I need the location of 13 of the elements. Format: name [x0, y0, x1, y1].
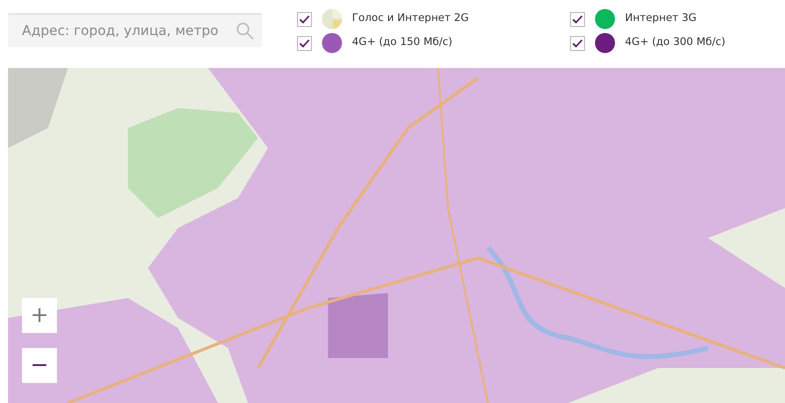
- legend-label: 4G+ (до 300 Мб/с): [625, 35, 726, 50]
- dense-coverage-area: [328, 293, 388, 358]
- mosaic-icon: [322, 9, 342, 29]
- checkbox[interactable]: [297, 36, 312, 50]
- checkbox[interactable]: [297, 12, 312, 26]
- checkbox[interactable]: [570, 12, 585, 26]
- checkbox[interactable]: [570, 36, 585, 50]
- legend-label: Интернет 3G: [625, 11, 697, 26]
- search-field[interactable]: Адрес: город, улица, метро: [8, 13, 262, 47]
- legend-label: 4G+ (до 150 Мб/с): [352, 35, 452, 50]
- legend-label: Голос и Интернет 2G: [352, 11, 469, 26]
- zoom-in-button[interactable]: +: [22, 298, 57, 333]
- zoom-out-button[interactable]: −: [22, 348, 57, 383]
